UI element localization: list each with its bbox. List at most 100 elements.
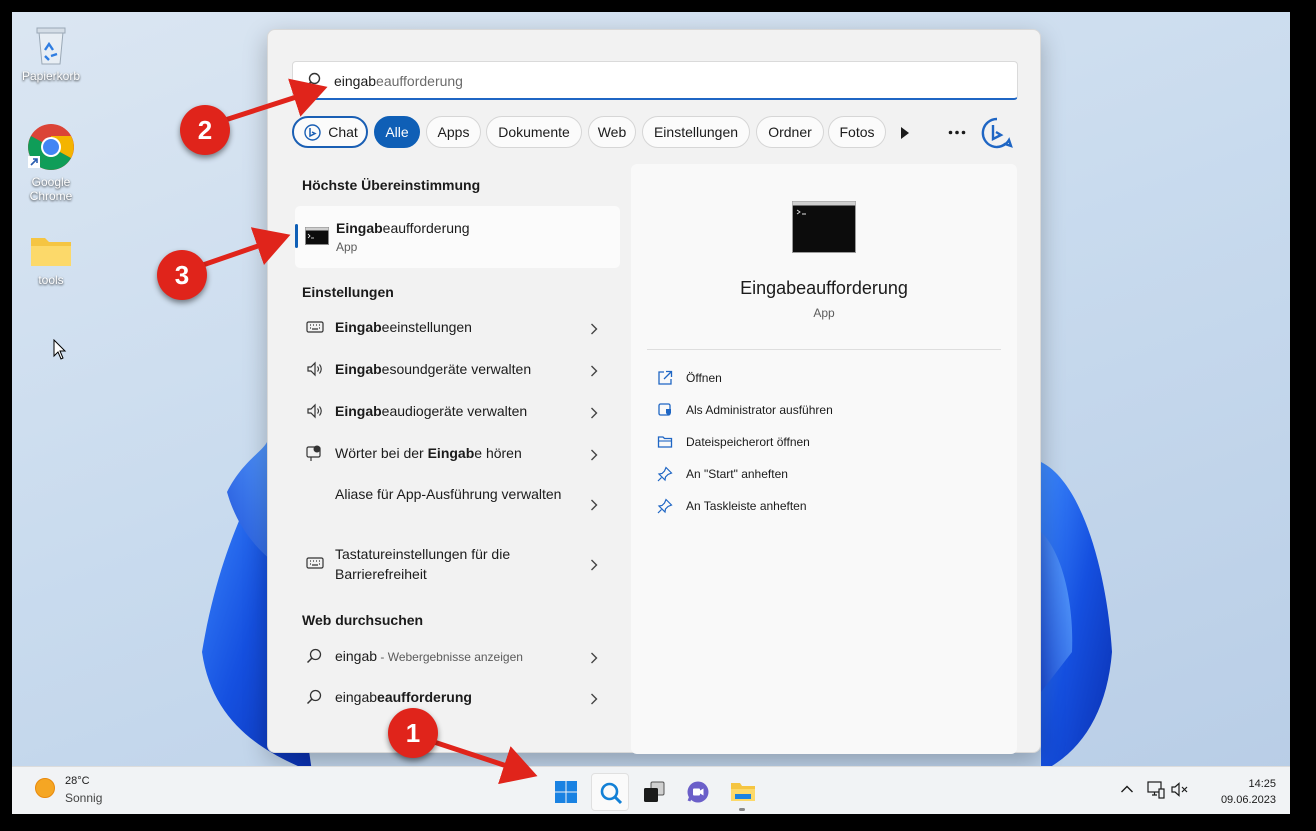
desktop-icon-label: Papierkorb [21, 69, 81, 83]
weather-description: Sonnig [65, 791, 103, 805]
result-text: eeinstellungen [381, 319, 472, 335]
filter-label: Einstellungen [653, 124, 739, 140]
web-result[interactable]: eingab - Webergebnisse anzeigen [302, 646, 606, 670]
settings-result[interactable]: Eingabesoundgeräte verwalten [302, 359, 606, 383]
desktop-icon-chrome[interactable]: Google Chrome [13, 122, 89, 203]
filter-label: Dokumente [498, 124, 570, 140]
action-label: Als Administrator ausführen [686, 403, 833, 417]
task-view-button[interactable] [635, 773, 673, 811]
search-query-typed: eingab [334, 73, 377, 89]
teams-chat-button[interactable] [679, 773, 717, 811]
network-icon[interactable] [1146, 780, 1166, 800]
callout-2: 2 [180, 105, 230, 155]
settings-result[interactable]: Tastatureinstellungen für die Barrierefr… [302, 544, 606, 586]
filter-bar: Chat Alle Apps Dokumente Web Einstellung… [292, 116, 1022, 150]
open-external-icon [658, 370, 673, 385]
best-match-result[interactable]: Eingabeaufforderung App [295, 206, 620, 268]
keyboard-icon [306, 557, 324, 569]
filter-apps[interactable]: Apps [426, 116, 481, 148]
preview-app-name: Eingabeaufforderung [740, 278, 908, 298]
command-prompt-icon [305, 227, 329, 245]
chevron-up-icon[interactable] [1120, 784, 1134, 794]
weather-widget[interactable]: 28°C Sonnig [34, 775, 102, 805]
result-bold: eaufforderung [377, 689, 472, 705]
section-settings: Einstellungen [302, 284, 394, 300]
selection-indicator [295, 224, 298, 248]
result-text: Wörter bei der [335, 445, 428, 461]
chevron-right-icon [591, 559, 598, 571]
taskbar-search-button[interactable] [591, 773, 629, 811]
volume-muted-icon[interactable] [1170, 781, 1190, 799]
keyboard-icon [306, 321, 324, 333]
result-text: Tastatureinstellungen für die Barrierefr… [335, 546, 511, 582]
search-icon [306, 648, 322, 664]
bing-chat-icon [304, 124, 321, 141]
search-icon [306, 689, 322, 705]
chevron-right-icon [591, 323, 598, 335]
result-bold: Eingab [335, 403, 382, 419]
filter-settings[interactable]: Einstellungen [642, 116, 750, 148]
search-icon [305, 72, 321, 88]
filter-scroll-right-icon[interactable] [899, 126, 911, 140]
chevron-right-icon [591, 407, 598, 419]
section-web-search: Web durchsuchen [302, 612, 424, 628]
action-label: An "Start" anheften [686, 467, 788, 481]
result-text: Aliase für App-Ausführung verwalten [335, 486, 562, 502]
filter-web[interactable]: Web [588, 116, 636, 148]
teams-chat-icon [687, 781, 709, 803]
web-result[interactable]: eingabeaufforderung [302, 687, 606, 711]
filter-label: Alle [385, 124, 409, 140]
settings-result[interactable]: Eingabeeinstellungen [302, 317, 606, 341]
result-text: e hören [474, 445, 522, 461]
callout-3: 3 [157, 250, 207, 300]
desktop-icon-recycle-bin[interactable]: Papierkorb [13, 22, 89, 83]
search-input[interactable]: eingabeaufforderung [292, 61, 1018, 100]
speaker-icon [307, 361, 322, 377]
filter-all[interactable]: Alle [374, 116, 420, 148]
chevron-right-icon [591, 365, 598, 377]
filter-documents[interactable]: Dokumente [486, 116, 582, 148]
speech-icon [306, 445, 321, 461]
clock-date: 09.06.2023 [1220, 794, 1276, 806]
section-best-match: Höchste Übereinstimmung [302, 177, 481, 193]
result-bold: Eingab [335, 361, 382, 377]
settings-result[interactable]: Eingabeaudiogeräte verwalten [302, 401, 606, 425]
filter-label: Web [597, 124, 627, 140]
filter-label: Chat [328, 124, 358, 140]
chevron-right-icon [591, 499, 598, 511]
preview-pane: Eingabeaufforderung App Öffnen Als Admin… [631, 164, 1017, 754]
best-match-name-rest: eaufforderung [382, 220, 470, 236]
filter-folders[interactable]: Ordner [756, 116, 824, 148]
clock[interactable]: 14:25 09.06.2023 [1221, 776, 1276, 808]
search-query: eingabeaufforderung [334, 73, 463, 89]
callout-1: 1 [388, 708, 438, 758]
speaker-icon [307, 403, 322, 419]
folder-open-icon [657, 436, 673, 448]
filter-photos[interactable]: Fotos [828, 116, 886, 148]
filter-label: Fotos [839, 124, 875, 140]
task-view-icon [644, 781, 665, 802]
result-text: eingab [335, 689, 378, 705]
bing-icon[interactable] [981, 117, 1013, 149]
clock-time: 14:25 [1248, 778, 1276, 790]
action-label: Öffnen [686, 371, 722, 385]
system-tray: 14:25 09.06.2023 [1120, 767, 1290, 814]
filter-label: Ordner [768, 124, 812, 140]
shield-admin-icon [658, 403, 671, 416]
filter-chat[interactable]: Chat [292, 116, 368, 148]
sun-icon [35, 778, 55, 798]
desktop-icon-tools[interactable]: tools [13, 232, 89, 287]
mouse-cursor-icon [53, 339, 67, 360]
weather-temperature: 28°C [65, 775, 90, 787]
result-bold: Eingab [427, 445, 475, 461]
search-icon [600, 782, 623, 805]
more-options-icon[interactable] [948, 130, 966, 135]
windows-logo-icon [555, 781, 577, 803]
action-label: An Taskleiste anheften [686, 499, 807, 513]
pin-icon [657, 466, 673, 482]
settings-result[interactable]: Wörter bei der Eingabe hören [302, 443, 606, 467]
file-explorer-icon [731, 783, 755, 801]
file-explorer-button[interactable] [723, 773, 761, 811]
settings-result[interactable]: Aliase für App-Ausführung verwalten [302, 484, 606, 526]
start-button[interactable] [547, 773, 585, 811]
